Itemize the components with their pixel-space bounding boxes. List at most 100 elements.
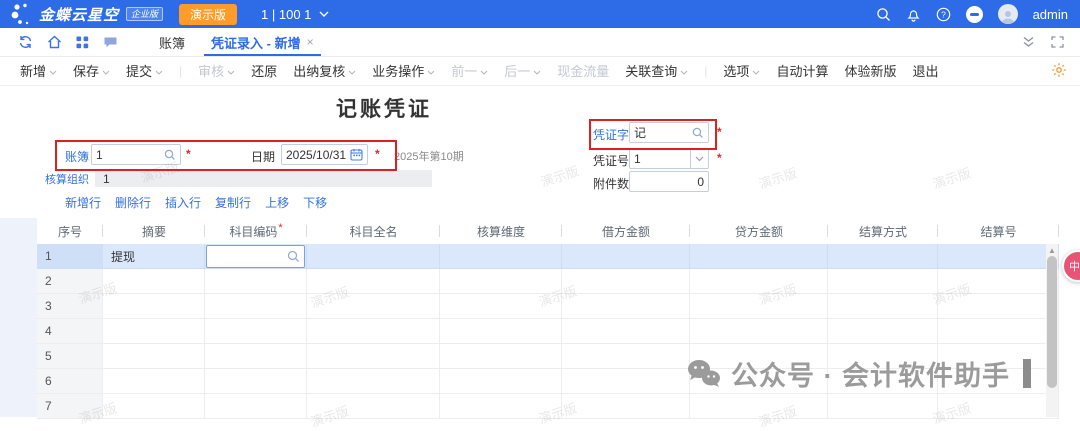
table-row[interactable]: 4 — [37, 319, 1059, 344]
cell-summary[interactable]: 提现 — [103, 244, 205, 269]
toolbar-button[interactable]: 关联查询 — [625, 61, 688, 80]
notification-bell-icon[interactable] — [906, 7, 921, 22]
column-header-summary[interactable]: 摘要 — [103, 218, 205, 244]
toolbar-button[interactable]: 新增 — [20, 61, 57, 80]
cell-debit[interactable] — [562, 269, 690, 294]
table-row[interactable]: 2 — [37, 269, 1059, 294]
apps-grid-icon[interactable] — [76, 36, 89, 49]
voucher-no-field[interactable] — [629, 148, 709, 169]
attachments-field[interactable] — [629, 171, 709, 192]
cell-summary[interactable] — [103, 344, 205, 369]
cell-seq[interactable]: 7 — [37, 394, 103, 419]
cell-seq[interactable]: 3 — [37, 294, 103, 319]
scrollbar-thumb[interactable] — [1047, 256, 1057, 388]
cell-debit[interactable] — [562, 244, 690, 269]
org-selector[interactable]: 1 | 100 1 — [261, 7, 329, 22]
cell-account_code[interactable] — [205, 269, 307, 294]
message-icon[interactable] — [103, 35, 118, 49]
book-field[interactable] — [91, 144, 181, 165]
toolbar-button[interactable]: 退出 — [912, 61, 938, 80]
cell-dimension[interactable] — [440, 269, 562, 294]
cell-settle_method[interactable] — [828, 269, 938, 294]
toolbar-button[interactable]: 自动计算 — [776, 61, 828, 80]
cell-account_name[interactable] — [307, 344, 440, 369]
toolbar-button[interactable]: 业务操作 — [372, 61, 435, 80]
cell-account_code[interactable] — [205, 394, 307, 419]
voucher-word-input[interactable] — [634, 126, 692, 140]
grid-action-link[interactable]: 新增行 — [65, 194, 101, 211]
cell-account_code[interactable] — [205, 369, 307, 394]
cell-settle_method[interactable] — [828, 394, 938, 419]
toolbar-button[interactable]: 保存 — [73, 61, 110, 80]
date-input[interactable] — [286, 148, 350, 162]
vertical-scrollbar[interactable]: ▲ — [1046, 244, 1058, 417]
voucher-no-dropdown[interactable] — [690, 149, 708, 168]
avatar[interactable] — [998, 4, 1018, 24]
lookup-magnifier-icon[interactable] — [164, 149, 176, 161]
cell-dimension[interactable] — [440, 244, 562, 269]
cell-debit[interactable] — [562, 394, 690, 419]
cell-dimension[interactable] — [440, 344, 562, 369]
book-label[interactable]: 账簿 — [65, 148, 89, 165]
cell-credit[interactable] — [690, 294, 828, 319]
tab-close-icon[interactable]: × — [307, 35, 314, 49]
lookup-magnifier-icon[interactable] — [692, 127, 704, 139]
cell-settle_no[interactable] — [938, 244, 1059, 269]
cell-account_name[interactable] — [307, 269, 440, 294]
cell-settle_method[interactable] — [828, 244, 938, 269]
cell-credit[interactable] — [690, 319, 828, 344]
cell-summary[interactable] — [103, 369, 205, 394]
toolbar-button[interactable]: 体验新版 — [844, 61, 896, 80]
cell-settle_no[interactable] — [938, 294, 1059, 319]
table-row[interactable]: 3 — [37, 294, 1059, 319]
cell-debit[interactable] — [562, 344, 690, 369]
cell-seq[interactable]: 1 — [37, 244, 103, 269]
account-code-input[interactable] — [211, 248, 287, 264]
tab-0[interactable]: 账簿 — [146, 28, 198, 56]
date-field[interactable] — [281, 144, 368, 165]
cell-seq[interactable]: 5 — [37, 344, 103, 369]
cell-account_code[interactable] — [205, 244, 307, 269]
grid-action-link[interactable]: 删除行 — [115, 194, 151, 211]
column-header-settle_no[interactable]: 结算号 — [938, 218, 1059, 244]
grid-action-link[interactable]: 复制行 — [215, 194, 251, 211]
cell-settle_method[interactable] — [828, 319, 938, 344]
cell-settle_no[interactable] — [938, 319, 1059, 344]
scroll-up-arrow-icon[interactable]: ▲ — [1048, 246, 1056, 255]
cell-dimension[interactable] — [440, 369, 562, 394]
search-icon[interactable] — [876, 7, 891, 22]
cell-debit[interactable] — [562, 294, 690, 319]
cell-settle_method[interactable] — [828, 294, 938, 319]
cell-seq[interactable]: 4 — [37, 319, 103, 344]
cell-credit[interactable] — [690, 394, 828, 419]
cell-account_name[interactable] — [307, 294, 440, 319]
cell-account_name[interactable] — [307, 369, 440, 394]
language-float-button[interactable]: 中 — [1062, 250, 1080, 282]
cell-settle_no[interactable] — [938, 394, 1059, 419]
cell-seq[interactable]: 6 — [37, 369, 103, 394]
cell-settle_no[interactable] — [938, 269, 1059, 294]
cell-account_name[interactable] — [307, 394, 440, 419]
cell-summary[interactable] — [103, 294, 205, 319]
cell-debit[interactable] — [562, 319, 690, 344]
cell-summary[interactable] — [103, 394, 205, 419]
column-header-seq[interactable]: 序号 — [37, 218, 103, 244]
grid-action-link[interactable]: 下移 — [303, 194, 327, 211]
fullscreen-icon[interactable] — [1051, 36, 1064, 48]
table-row[interactable]: 7 — [37, 394, 1059, 419]
cell-account_code[interactable] — [205, 294, 307, 319]
column-header-credit[interactable]: 贷方金额 — [690, 218, 828, 244]
voucher-no-input[interactable] — [634, 152, 690, 166]
toolbar-button[interactable]: 选项 — [723, 61, 760, 80]
grid-action-link[interactable]: 插入行 — [165, 194, 201, 211]
column-header-settle_method[interactable]: 结算方式 — [828, 218, 938, 244]
refresh-icon[interactable] — [18, 35, 33, 49]
gear-icon[interactable] — [1051, 62, 1067, 83]
book-input[interactable] — [96, 148, 164, 162]
cell-account_name[interactable] — [307, 319, 440, 344]
table-row[interactable]: 1提现 — [37, 244, 1059, 269]
cell-seq[interactable]: 2 — [37, 269, 103, 294]
cell-account_code[interactable] — [205, 319, 307, 344]
org-label[interactable]: 核算组织 — [45, 171, 89, 187]
username-label[interactable]: admin — [1033, 7, 1068, 22]
